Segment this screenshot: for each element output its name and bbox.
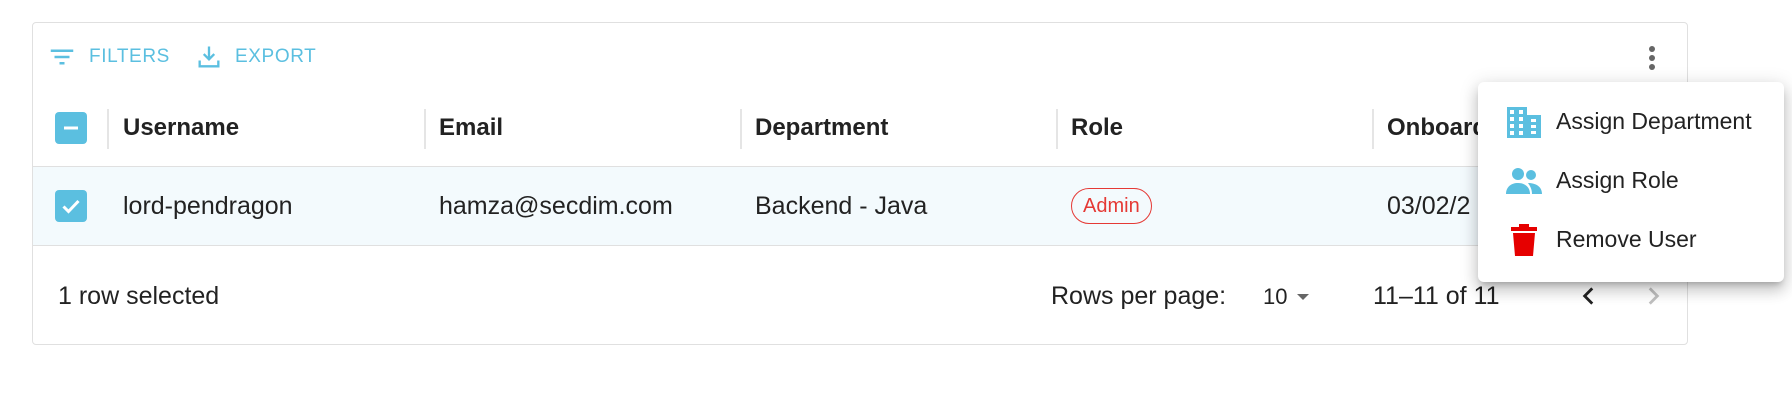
grid-footer: 1 row selected Rows per page: 10 11–11 o… bbox=[33, 246, 1687, 346]
indeterminate-icon bbox=[64, 126, 78, 130]
rows-per-page-value: 10 bbox=[1263, 284, 1288, 309]
grid-toolbar: FILTERS EXPORT bbox=[33, 23, 1687, 89]
column-header-department[interactable]: Department bbox=[755, 89, 1055, 167]
selected-row-count: 1 row selected bbox=[58, 281, 220, 310]
column-separator[interactable] bbox=[424, 109, 426, 149]
column-header-row: Username Email Department Role Onboarded bbox=[33, 89, 1687, 167]
chevron-left-icon bbox=[1582, 287, 1594, 305]
column-header-username[interactable]: Username bbox=[123, 89, 423, 167]
cell-department: Backend - Java bbox=[755, 191, 928, 220]
column-separator[interactable] bbox=[1056, 109, 1058, 149]
download-icon bbox=[198, 46, 220, 68]
cell-username: lord-pendragon bbox=[123, 191, 293, 220]
previous-page-button[interactable] bbox=[1569, 276, 1609, 316]
export-button[interactable]: EXPORT bbox=[195, 41, 316, 73]
filters-button[interactable]: FILTERS bbox=[47, 41, 170, 73]
filters-label: FILTERS bbox=[89, 46, 170, 67]
more-options-button[interactable] bbox=[1635, 41, 1669, 75]
remove-user-menu-item[interactable]: Remove User bbox=[1478, 210, 1784, 269]
trash-icon bbox=[1506, 222, 1542, 258]
arrow-drop-down-icon bbox=[1297, 294, 1310, 300]
role-badge: Admin bbox=[1071, 188, 1152, 224]
cell-role: Admin bbox=[1071, 167, 1371, 245]
cell-email: hamza@secdim.com bbox=[439, 191, 673, 220]
export-label: EXPORT bbox=[235, 46, 317, 67]
row-actions-menu: Assign Department Assign Role Remove Use… bbox=[1478, 82, 1784, 282]
rows-per-page-select[interactable]: 10 bbox=[1263, 282, 1313, 312]
chevron-right-icon bbox=[1648, 287, 1660, 305]
column-separator[interactable] bbox=[107, 109, 109, 149]
more-vert-icon bbox=[1649, 46, 1655, 70]
column-separator[interactable] bbox=[740, 109, 742, 149]
check-icon bbox=[62, 199, 80, 214]
menu-item-label: Assign Role bbox=[1556, 167, 1679, 193]
building-icon bbox=[1506, 104, 1542, 140]
column-header-email[interactable]: Email bbox=[439, 89, 739, 167]
column-header-role[interactable]: Role bbox=[1071, 89, 1371, 167]
data-grid: FILTERS EXPORT Username Email Department… bbox=[32, 22, 1688, 345]
people-icon bbox=[1506, 163, 1542, 199]
menu-item-label: Remove User bbox=[1556, 226, 1697, 252]
row-checkbox[interactable] bbox=[55, 190, 87, 222]
rows-per-page-label: Rows per page: bbox=[1051, 281, 1227, 310]
column-separator[interactable] bbox=[1372, 109, 1374, 149]
assign-role-menu-item[interactable]: Assign Role bbox=[1478, 151, 1784, 210]
filter-icon bbox=[50, 49, 74, 65]
select-all-checkbox[interactable] bbox=[55, 112, 87, 144]
next-page-button[interactable] bbox=[1633, 276, 1673, 316]
menu-item-label: Assign Department bbox=[1556, 108, 1752, 134]
assign-department-menu-item[interactable]: Assign Department bbox=[1478, 92, 1784, 151]
table-row[interactable]: lord-pendragon hamza@secdim.com Backend … bbox=[33, 167, 1687, 246]
